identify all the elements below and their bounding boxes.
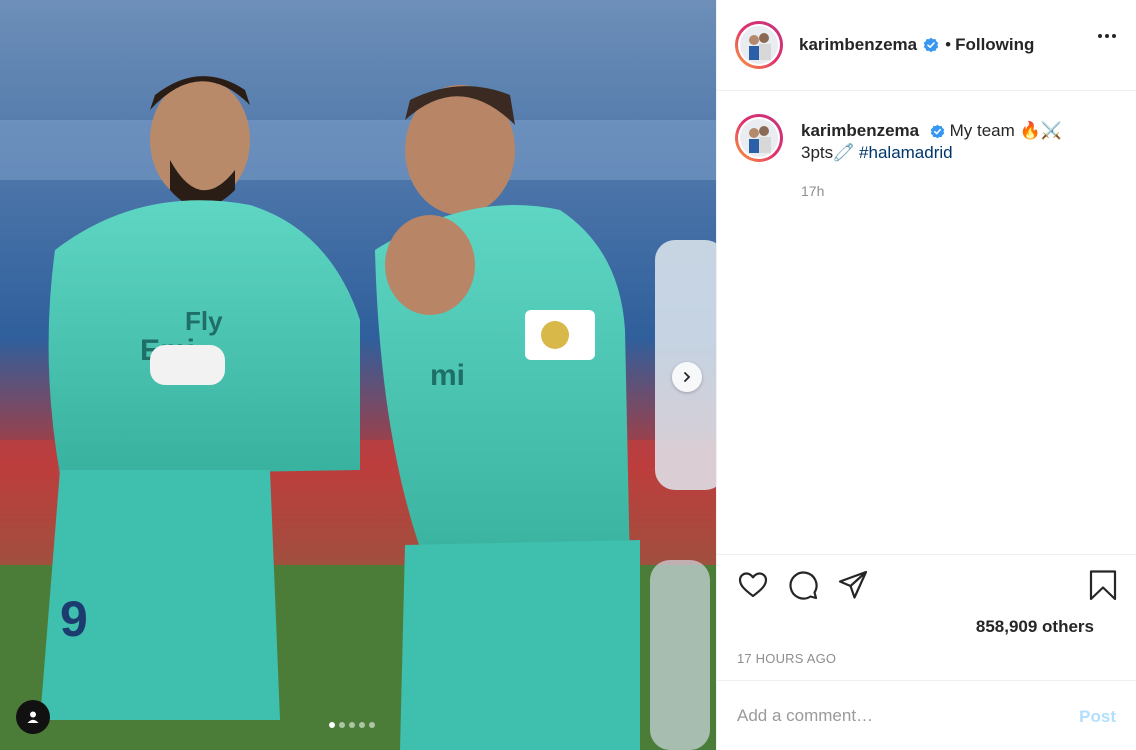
svg-text:9: 9 [60,591,88,647]
carousel-next-button[interactable] [672,362,702,392]
bookmark-icon [1089,570,1117,601]
carousel-dot [339,722,345,728]
header-separator: • [945,35,952,54]
caption-time: 17h [801,183,825,199]
post-comment-button[interactable]: Post [1079,707,1116,727]
post-media[interactable]: 9 Fly Emi mi [0,0,716,750]
more-options-icon[interactable] [1098,34,1116,38]
heart-icon [738,572,768,598]
verified-badge-icon [930,124,945,139]
caption: karimbenzema My team 🔥⚔️ 3pts🧷 #halamadr… [735,114,1115,202]
carousel-dot [369,722,375,728]
following-button[interactable]: Following [955,35,1034,55]
caption-line2: 3pts🧷 [801,143,855,162]
caption-text: My team 🔥⚔️ [949,121,1062,140]
carousel-dots [329,722,375,728]
post-side-panel: karimbenzema • Following karimbenzema My… [716,0,1136,750]
post-photo: 9 Fly Emi mi [0,0,716,750]
caption-story-ring[interactable] [735,114,783,162]
carousel-dot-active [329,722,335,728]
carousel-dot [349,722,355,728]
verified-badge-icon [923,37,939,53]
carousel-dot [359,722,365,728]
save-button[interactable] [1088,569,1118,606]
share-icon [838,570,868,599]
avatar [738,24,780,66]
instagram-post: 9 Fly Emi mi [0,0,1136,750]
comment-icon [789,571,818,600]
comment-button[interactable] [787,569,819,606]
like-button[interactable] [737,569,769,606]
post-timestamp: 17 HOURS AGO [737,651,837,666]
svg-text:mi: mi [430,359,465,392]
comment-bar: Post [717,680,1136,750]
user-tag-button[interactable] [16,700,50,734]
chevron-right-icon [684,372,691,382]
caption-avatar [738,117,780,159]
caption-username[interactable]: karimbenzema [801,121,919,140]
user-tag-icon [27,711,39,723]
share-button[interactable] [837,569,869,606]
caption-body: karimbenzema My team 🔥⚔️ 3pts🧷 #halamadr… [801,114,1062,202]
svg-text:Fly: Fly [185,306,223,336]
action-bar [717,554,1136,620]
post-header: karimbenzema • Following [717,0,1136,91]
hashtag-link[interactable]: #halamadrid [859,143,953,162]
story-ring[interactable] [735,21,783,69]
likes-count[interactable]: 858,909 others [976,617,1094,637]
comment-input[interactable] [737,703,1037,729]
header-username[interactable]: karimbenzema [799,35,917,55]
